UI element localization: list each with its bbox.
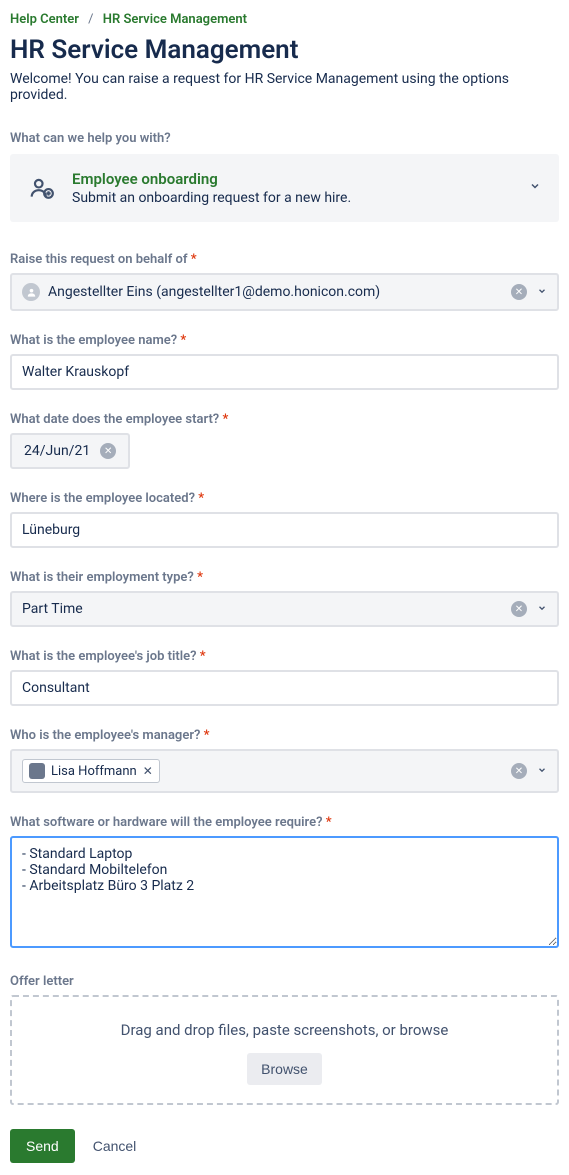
request-type-desc: Submit an onboarding request for a new h… bbox=[72, 190, 513, 206]
employment-type-select[interactable]: Part Time ✕ bbox=[10, 591, 559, 627]
chevron-down-icon bbox=[537, 601, 547, 617]
job-title-label: What is the employee's job title? * bbox=[10, 649, 559, 664]
employee-name-input-wrapper bbox=[10, 354, 559, 390]
avatar-icon bbox=[29, 763, 45, 779]
behalf-label: Raise this request on behalf of * bbox=[10, 252, 559, 267]
chevron-down-icon bbox=[537, 284, 547, 300]
clear-icon[interactable]: ✕ bbox=[100, 443, 116, 459]
location-label: Where is the employee located? * bbox=[10, 491, 559, 506]
user-avatar-icon bbox=[22, 283, 40, 301]
start-date-input[interactable]: 24/Jun/21 ✕ bbox=[10, 433, 130, 469]
remove-tag-icon[interactable]: ✕ bbox=[143, 764, 153, 778]
job-title-input-wrapper bbox=[10, 670, 559, 706]
employee-name-input[interactable] bbox=[22, 364, 547, 380]
breadcrumb: Help Center / HR Service Management bbox=[10, 12, 559, 27]
job-title-input[interactable] bbox=[22, 680, 547, 696]
requirements-label: What software or hardware will the emplo… bbox=[10, 815, 559, 830]
file-dropzone[interactable]: Drag and drop files, paste screenshots, … bbox=[10, 995, 559, 1105]
offer-letter-label: Offer letter bbox=[10, 974, 559, 989]
breadcrumb-separator: / bbox=[88, 12, 93, 27]
breadcrumb-current[interactable]: HR Service Management bbox=[103, 12, 247, 27]
manager-select[interactable]: Lisa Hoffmann ✕ ✕ bbox=[10, 749, 559, 793]
request-type-selector[interactable]: Employee onboarding Submit an onboarding… bbox=[10, 154, 559, 222]
employee-name-label: What is the employee name? * bbox=[10, 333, 559, 348]
behalf-select[interactable]: Angestellter Eins (angestellter1@demo.ho… bbox=[10, 273, 559, 311]
person-add-icon bbox=[28, 174, 56, 202]
browse-button[interactable]: Browse bbox=[247, 1053, 322, 1085]
clear-icon[interactable]: ✕ bbox=[511, 763, 527, 779]
help-prompt-label: What can we help you with? bbox=[10, 131, 559, 146]
start-date-label: What date does the employee start? * bbox=[10, 412, 559, 427]
manager-label: Who is the employee's manager? * bbox=[10, 728, 559, 743]
request-type-title: Employee onboarding bbox=[72, 170, 513, 188]
send-button[interactable]: Send bbox=[10, 1129, 75, 1163]
location-input[interactable] bbox=[22, 522, 547, 538]
employment-type-label: What is their employment type? * bbox=[10, 570, 559, 585]
breadcrumb-help-center[interactable]: Help Center bbox=[10, 12, 79, 27]
manager-value: Lisa Hoffmann bbox=[51, 764, 137, 779]
welcome-text: Welcome! You can raise a request for HR … bbox=[10, 71, 559, 103]
page-title: HR Service Management bbox=[10, 35, 559, 65]
clear-icon[interactable]: ✕ bbox=[511, 284, 527, 300]
cancel-button[interactable]: Cancel bbox=[93, 1138, 137, 1154]
chevron-down-icon bbox=[537, 763, 547, 779]
start-date-value: 24/Jun/21 bbox=[24, 443, 90, 459]
manager-tag: Lisa Hoffmann ✕ bbox=[22, 759, 160, 783]
location-input-wrapper bbox=[10, 512, 559, 548]
employment-type-value: Part Time bbox=[22, 601, 83, 617]
clear-icon[interactable]: ✕ bbox=[511, 601, 527, 617]
chevron-down-icon bbox=[529, 180, 541, 196]
behalf-value: Angestellter Eins (angestellter1@demo.ho… bbox=[48, 284, 380, 300]
requirements-textarea[interactable] bbox=[10, 836, 559, 948]
